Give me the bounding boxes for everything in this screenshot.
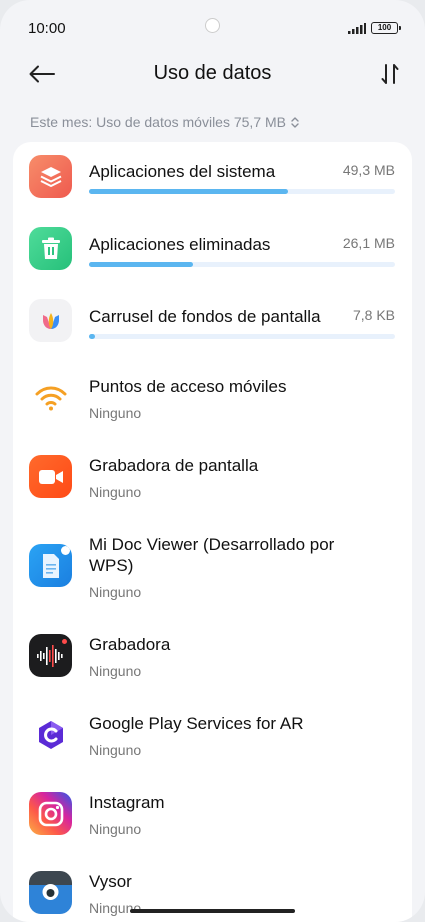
record-dot-icon [62,639,67,644]
front-camera [205,18,220,33]
list-item[interactable]: Carrusel de fondos de pantalla 7,8 KB [13,294,412,358]
instagram-icon [29,792,72,835]
app-usage-status: Ninguno [89,742,142,758]
list-item[interactable]: Aplicaciones eliminadas 26,1 MB [13,222,412,286]
list-item[interactable]: Grabadora de pantalla Ninguno [13,447,412,517]
list-item[interactable]: Grabadora Ninguno [13,626,412,696]
app-usage-status: Ninguno [89,405,142,421]
list-item[interactable]: Mi Doc Viewer (Desarrollado por WPS) Nin… [13,526,412,622]
phone-screen: 10:00 100 Uso de datos Este mes: Uso de … [0,0,425,922]
app-usage-list: Aplicaciones del sistema 49,3 MB Aplicac… [13,142,412,922]
app-name: Aplicaciones eliminadas [89,235,271,254]
app-usage-status: Ninguno [89,663,142,679]
app-name: Grabadora [89,635,171,654]
usage-bar [89,334,395,339]
app-name: Vysor [89,872,132,891]
usage-bar-fill [89,262,194,267]
sort-button[interactable] [376,60,404,88]
sort-arrows-icon [381,64,399,84]
usage-bar-fill [89,189,288,194]
app-size: 7,8 KB [352,307,395,323]
list-item[interactable]: Vysor Ninguno [13,863,412,922]
app-size: 49,3 MB [342,162,395,178]
battery-icon: 100 [371,22,401,34]
signal-icon [348,23,366,34]
app-name: Instagram [89,793,165,812]
system-apps-icon [29,155,72,198]
app-name: Mi Doc Viewer (Desarrollado por WPS) [89,535,335,575]
month-usage-selector[interactable]: Este mes: Uso de datos móviles 75,7 MB [30,114,300,130]
vysor-icon [29,871,72,914]
header: Uso de datos [0,52,425,98]
app-usage-status: Ninguno [89,821,142,837]
app-size: 26,1 MB [342,235,395,251]
doc-viewer-icon [29,544,72,587]
app-name: Puntos de acceso móviles [89,377,287,396]
app-usage-status: Ninguno [89,484,142,500]
status-bar: 10:00 100 [0,0,425,56]
usage-bar-fill [89,334,96,339]
app-usage-status: Ninguno [89,900,142,916]
list-item[interactable]: Google Play Services for AR Ninguno [13,705,412,775]
app-name: Google Play Services for AR [89,714,304,733]
app-name: Carrusel de fondos de pantalla [89,307,321,326]
screen-recorder-icon [29,455,72,498]
month-usage-label: Este mes: Uso de datos móviles 75,7 MB [30,114,286,130]
badge-dot-icon [61,546,70,555]
app-name: Grabadora de pantalla [89,456,259,475]
status-time: 10:00 [28,20,66,37]
list-item[interactable]: Aplicaciones del sistema 49,3 MB [13,150,412,214]
usage-bar [89,262,395,267]
trash-icon [29,227,72,270]
app-name: Aplicaciones del sistema [89,162,276,181]
list-item[interactable]: Instagram Ninguno [13,784,412,854]
chevron-up-down-icon [291,116,299,128]
hotspot-icon [29,376,72,419]
voice-recorder-icon [29,634,72,677]
usage-bar [89,189,395,194]
wallpaper-carousel-icon [29,299,72,342]
app-usage-status: Ninguno [89,584,142,600]
battery-level: 100 [377,23,392,32]
list-item[interactable]: Puntos de acceso móviles Ninguno [13,368,412,438]
google-ar-icon [29,713,72,756]
page-title: Uso de datos [153,62,272,84]
home-indicator[interactable] [130,909,295,913]
